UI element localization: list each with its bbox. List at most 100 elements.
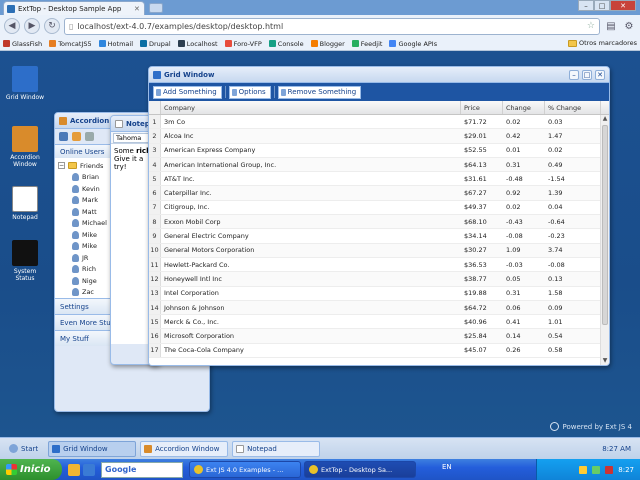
- collapse-icon[interactable]: −: [58, 162, 65, 170]
- table-row[interactable]: 1 3m Co $71.72 0.02 0.03: [149, 115, 609, 130]
- quick-launch: [68, 463, 95, 476]
- taskbar-button-exttop[interactable]: ExtTop - Desktop Sa...: [304, 461, 416, 478]
- grid-scrollbar[interactable]: ▲ ▼: [600, 115, 609, 365]
- table-row[interactable]: 5 AT&T Inc. $31.61 -0.48 -1.54: [149, 172, 609, 187]
- table-row[interactable]: 17 The Coca-Cola Company $45.07 0.26 0.58: [149, 343, 609, 359]
- accordion-icon: [59, 116, 67, 125]
- bookmark-item[interactable]: Foro-VFP: [224, 40, 262, 48]
- windows-start-button[interactable]: Inicio: [0, 459, 62, 480]
- table-row[interactable]: 14 Johnson & Johnson $64.72 0.06 0.09: [149, 300, 609, 316]
- folder-icon: [567, 39, 577, 47]
- taskbar-grid-window[interactable]: Grid Window: [48, 440, 137, 457]
- connect-icon[interactable]: [59, 132, 68, 141]
- ext-start-button[interactable]: Start: [3, 441, 44, 457]
- bookmark-item[interactable]: Feedjit: [351, 40, 382, 48]
- cell-price: $68.10: [464, 217, 487, 226]
- table-row[interactable]: 3 American Express Company $52.55 0.01 0.02: [149, 143, 609, 158]
- bookmark-item[interactable]: Drupal: [140, 40, 171, 48]
- grid-window-icon: [12, 66, 38, 92]
- scroll-down-icon[interactable]: ▼: [601, 357, 609, 365]
- table-row[interactable]: 6 Caterpillar Inc. $67.27 0.92 1.39: [149, 186, 609, 201]
- forward-arrow-icon[interactable]: ▶: [24, 18, 40, 34]
- tray-icon[interactable]: [579, 465, 588, 474]
- table-row[interactable]: 11 Hewlett-Packard Co. $36.53 -0.03 -0.08: [149, 257, 609, 273]
- taskbar-accordion-window[interactable]: Accordion Window: [140, 440, 229, 457]
- maximize-icon[interactable]: □: [594, 0, 610, 11]
- google-search-box[interactable]: Google: [101, 461, 183, 478]
- options-button[interactable]: Options: [228, 85, 271, 99]
- table-row[interactable]: 15 Merck & Co., Inc. $40.96 0.41 1.01: [149, 315, 609, 330]
- address-bar[interactable]: ▯ localhost/ext-4.0.7/examples/desktop/d…: [64, 17, 600, 35]
- row-number: 14: [149, 300, 161, 315]
- taskbar-notepad[interactable]: Notepad: [232, 440, 321, 457]
- user-icon: [72, 265, 79, 274]
- table-row[interactable]: 9 General Electric Company $34.14 -0.08 -0.2…: [149, 229, 609, 244]
- table-row[interactable]: 2 Alcoa Inc $29.01 0.42 1.47: [149, 129, 609, 144]
- add-something-button[interactable]: Add Something: [153, 85, 222, 99]
- close-window-icon[interactable]: ✕: [610, 0, 636, 11]
- add-user-icon[interactable]: [72, 132, 81, 141]
- bookmark-item[interactable]: Blogger: [310, 40, 345, 48]
- cell-change: 0.14: [506, 332, 521, 341]
- bookmark-item[interactable]: Hotmail: [98, 40, 133, 48]
- tray-icon[interactable]: [592, 465, 601, 474]
- scroll-thumb[interactable]: [602, 125, 608, 325]
- grid-window-shortcut[interactable]: Grid Window: [4, 66, 46, 101]
- other-bookmarks-label: Otros marcadores: [578, 39, 637, 47]
- row-number: 12: [149, 272, 161, 286]
- bookmark-item[interactable]: Localhost: [177, 40, 218, 48]
- system-status-shortcut[interactable]: System Status: [4, 240, 46, 282]
- bookmark-star-icon[interactable]: ☆: [587, 21, 595, 31]
- grid-window-header[interactable]: Grid Window – □ ✕: [149, 67, 609, 83]
- table-row[interactable]: 13 Intel Corporation $19.88 0.31 1.58: [149, 286, 609, 301]
- cell-price: $30.27: [464, 246, 487, 255]
- maximize-icon[interactable]: □: [582, 69, 592, 80]
- row-number-header: [149, 101, 161, 114]
- cell-price: $34.14: [464, 232, 487, 241]
- bookmark-item[interactable]: TomcatJS5: [49, 40, 92, 48]
- bookmark-item[interactable]: Console: [268, 40, 304, 48]
- table-row[interactable]: 16 Microsoft Corporation $25.84 0.14 0.54: [149, 329, 609, 344]
- other-bookmarks[interactable]: Otros marcadores: [567, 39, 637, 47]
- grid-icon: [52, 444, 61, 453]
- column-header-company[interactable]: Company: [161, 101, 461, 114]
- remove-something-button[interactable]: Remove Something: [277, 85, 362, 99]
- new-tab-button[interactable]: [149, 3, 163, 13]
- cell-company: Caterpillar Inc.: [164, 189, 212, 198]
- wrench-menu-icon[interactable]: ⚙: [622, 19, 636, 33]
- grid-window[interactable]: Grid Window – □ ✕ Add Something Options …: [148, 66, 610, 366]
- minimize-icon[interactable]: –: [569, 69, 579, 80]
- bookmark-item[interactable]: Google APIs: [389, 40, 437, 48]
- cell-price: $29.01: [464, 131, 487, 140]
- cell-pct-change: 0.54: [548, 332, 563, 341]
- close-tab-icon[interactable]: ✕: [134, 5, 141, 13]
- back-arrow-icon[interactable]: ◀: [4, 18, 20, 34]
- reload-icon[interactable]: ↻: [44, 18, 60, 34]
- user-icon: [72, 207, 79, 216]
- column-header-change[interactable]: Change: [503, 101, 545, 114]
- scroll-up-icon[interactable]: ▲: [601, 115, 609, 123]
- column-header-pct-change[interactable]: % Change: [545, 101, 601, 114]
- table-row[interactable]: 7 Citigroup, Inc. $49.37 0.02 0.04: [149, 200, 609, 216]
- table-row[interactable]: 4 American International Group, Inc. $64.1…: [149, 157, 609, 173]
- browser-quicklaunch-icon[interactable]: [83, 463, 95, 476]
- page-menu-icon[interactable]: ▤: [604, 19, 618, 33]
- accordion-window-shortcut[interactable]: Accordion Window: [4, 126, 46, 168]
- table-row[interactable]: 8 Exxon Mobil Corp $68.10 -0.43 -0.64: [149, 215, 609, 230]
- tray-icon[interactable]: [605, 465, 614, 474]
- windows-logo-icon: [6, 464, 17, 475]
- close-icon[interactable]: ✕: [595, 69, 605, 80]
- cell-company: Hewlett-Packard Co.: [164, 260, 230, 269]
- folder-quicklaunch-icon[interactable]: [68, 463, 80, 476]
- bookmark-favicon-icon: [351, 40, 359, 47]
- table-row[interactable]: 12 Honeywell Intl Inc $38.77 0.05 0.13: [149, 272, 609, 287]
- user-icon[interactable]: [85, 132, 94, 141]
- column-header-price[interactable]: Price: [461, 101, 503, 114]
- language-indicator[interactable]: EN: [442, 463, 452, 471]
- taskbar-button-extjs-examples[interactable]: Ext JS 4.0 Examples - ...: [189, 461, 301, 478]
- table-row[interactable]: 10 General Motors Corporation $30.27 1.09 3.…: [149, 243, 609, 258]
- browser-tab[interactable]: ExtTop - Desktop Sample App ✕: [3, 1, 145, 15]
- minimize-icon[interactable]: –: [578, 0, 594, 11]
- bookmark-item[interactable]: GlassFish: [3, 40, 42, 48]
- notepad-shortcut[interactable]: Notepad: [4, 186, 46, 221]
